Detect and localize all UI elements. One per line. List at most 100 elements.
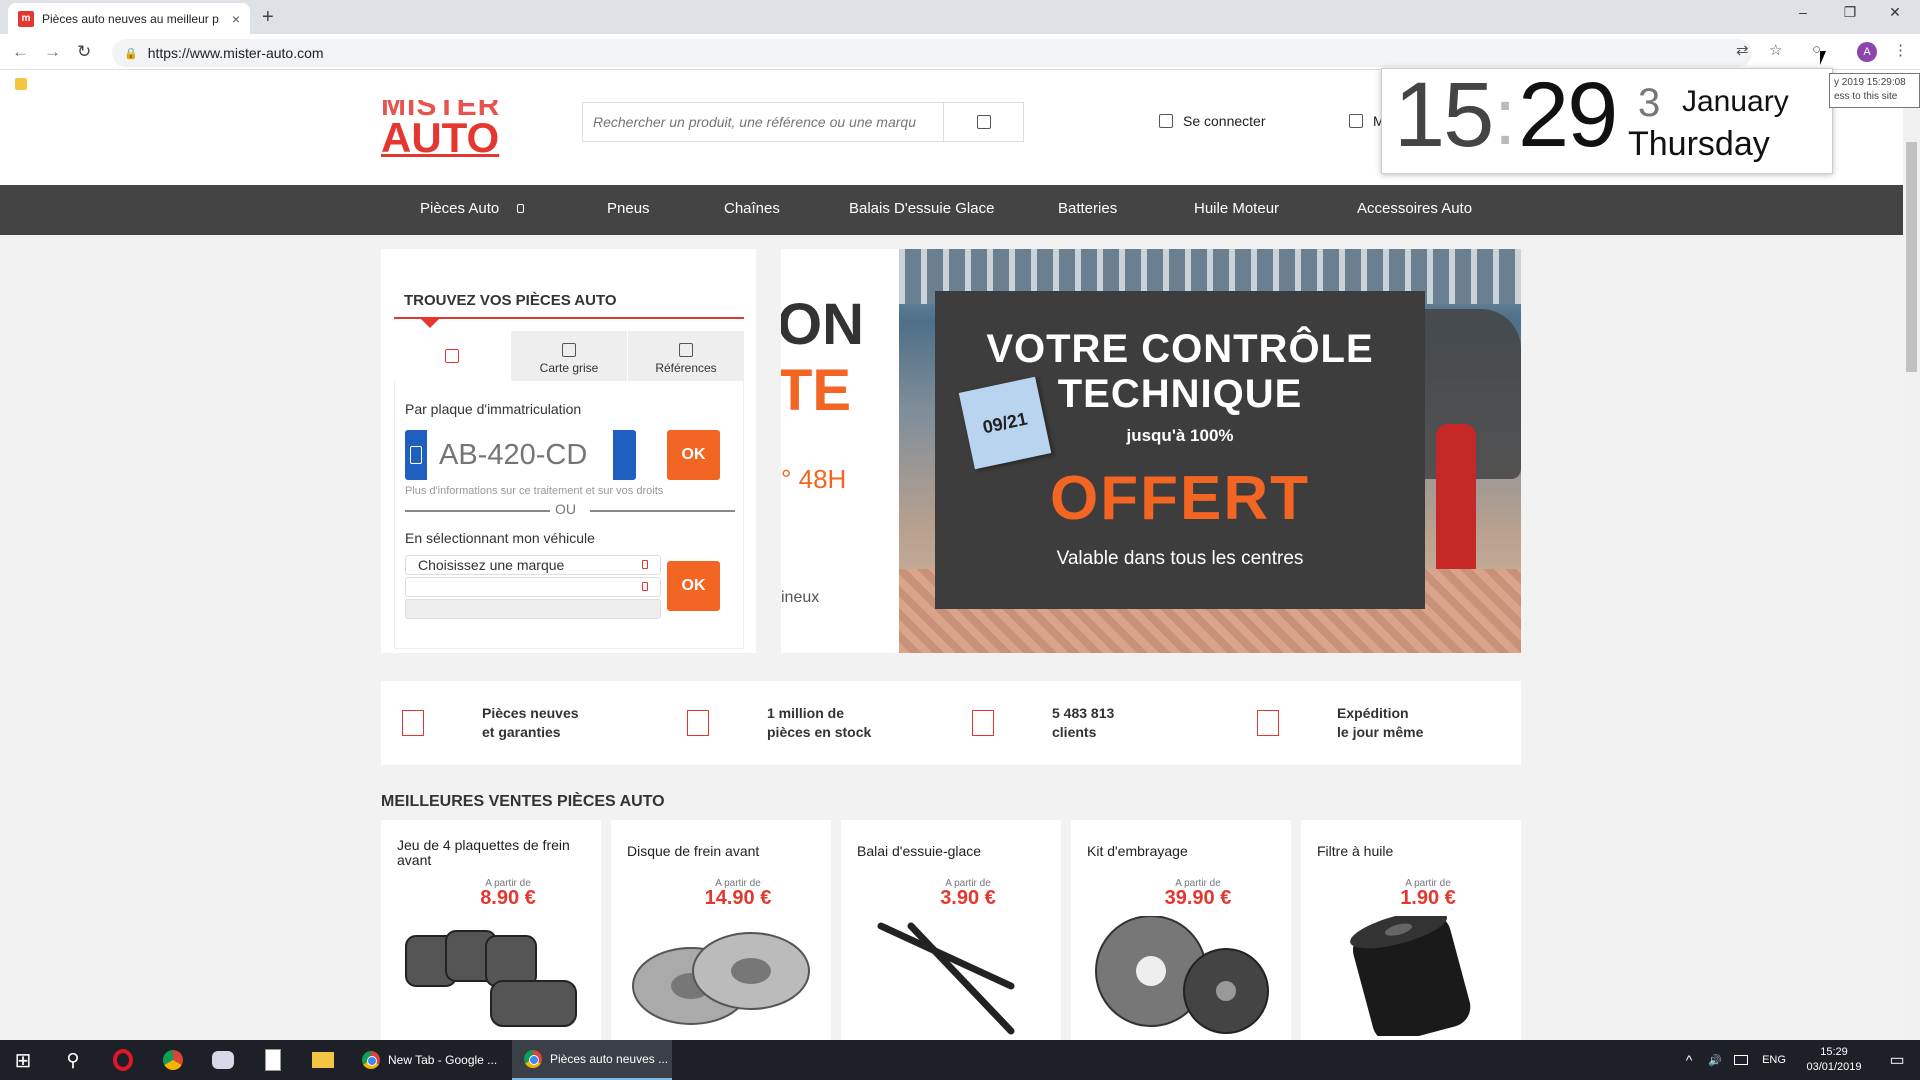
or-divider: OU — [405, 501, 735, 521]
forward-icon[interactable]: → — [44, 42, 61, 62]
tooltip-line-1: y 2019 15:29:08 — [1834, 77, 1906, 88]
banner-prev-text-1: ON — [781, 292, 864, 357]
product-price: 14.90 € — [704, 887, 772, 909]
address-bar: ← → ↻ 🔒 https://www.mister-auto.com — [0, 34, 1920, 70]
tab-carte-grise[interactable]: Carte grise — [510, 331, 627, 381]
product-card[interactable]: Kit d'embrayage A partir de 39.90 € — [1071, 820, 1291, 1040]
taskbar-clock[interactable]: 15:29 03/01/2019 — [1794, 1045, 1874, 1075]
menu-item-batteries[interactable]: Batteries — [1058, 200, 1117, 217]
extension-tooltip: y 2019 15:29:08 ess to this site — [1829, 73, 1920, 108]
restore-button[interactable]: ❐ — [1835, 4, 1865, 21]
promo-line-5: Valable dans tous les centres — [1056, 548, 1304, 569]
opera-icon[interactable] — [100, 1040, 146, 1080]
promo-banner[interactable]: ON TE ° 48H ineux VOTRE CONTRÔLE TECHNIQ… — [781, 249, 1521, 653]
inspection-sticker: 09/21 — [958, 376, 1052, 470]
search-taskbar-icon[interactable]: ⚲ — [50, 1040, 96, 1080]
or-label: OU — [555, 501, 576, 517]
tab-close-icon[interactable]: × — [232, 11, 240, 27]
scrollbar-thumb[interactable] — [1906, 142, 1917, 372]
cart-icon — [1349, 114, 1363, 128]
taskbar-app-label: New Tab - Google ... — [388, 1053, 498, 1067]
menu-icon[interactable]: ⋮ — [1893, 41, 1908, 59]
feature-line-1: Pièces neuves — [482, 705, 579, 721]
menu-item-pneus[interactable]: Pneus — [607, 200, 650, 217]
avatar[interactable]: A — [1857, 42, 1877, 62]
chevron-down-icon — [517, 204, 525, 213]
volume-icon[interactable]: 🔊 — [1702, 1054, 1728, 1067]
banner-prev-text-4: ineux — [781, 589, 820, 606]
features-strip: Pièces neuves et garanties 1 million de pi… — [381, 681, 1521, 765]
plate-ok-button[interactable]: OK — [667, 430, 720, 480]
file-explorer-icon[interactable] — [300, 1040, 346, 1080]
banner-prev-text-3: ° 48H — [781, 464, 847, 494]
minimize-button[interactable]: – — [1788, 4, 1818, 20]
star-icon[interactable]: ☆ — [1769, 41, 1782, 59]
taskbar-app-mister-auto[interactable]: Pièces auto neuves ... — [512, 1040, 672, 1080]
url-text: https://www.mister-auto.com — [147, 45, 324, 61]
taskbar-app-newtab[interactable]: New Tab - Google ... — [350, 1040, 510, 1080]
system-tray: ^ 🔊 ENG 15:29 03/01/2019 ▭ — [1676, 1040, 1920, 1080]
tab-references[interactable]: Références — [627, 331, 744, 381]
search-box — [582, 102, 1024, 142]
clock-separator: : — [1494, 72, 1517, 161]
product-card[interactable]: Filtre à huile A partir de 1.90 € — [1301, 820, 1521, 1040]
plate-icon — [445, 349, 459, 363]
url-field[interactable]: 🔒 https://www.mister-auto.com — [112, 39, 1752, 67]
menu-item-huile[interactable]: Huile Moteur — [1194, 200, 1279, 217]
product-price: 3.90 € — [940, 887, 996, 909]
product-card[interactable]: Jeu de 4 plaquettes de frein avant A par… — [381, 820, 601, 1040]
close-window-button[interactable]: ✕ — [1880, 4, 1910, 21]
menu-item-balais[interactable]: Balais D'essuie Glace — [849, 200, 994, 217]
site-logo[interactable]: MISTER AUTO — [381, 100, 500, 158]
network-icon[interactable] — [1728, 1055, 1754, 1065]
tab-title: Pièces auto neuves au meilleur p — [42, 11, 219, 26]
mouse-cursor-icon — [1820, 51, 1826, 65]
vehicle-ok-button[interactable]: OK — [667, 561, 720, 611]
reload-icon[interactable]: ↻ — [77, 42, 91, 62]
clock-day: 3 — [1638, 81, 1661, 125]
cart-link[interactable]: M — [1349, 113, 1385, 129]
favicon-icon: m — [18, 10, 34, 27]
finder-pointer — [421, 319, 439, 328]
paint-icon[interactable] — [200, 1040, 246, 1080]
plate-input[interactable] — [427, 430, 613, 480]
engine-select[interactable] — [405, 599, 661, 619]
search-button[interactable] — [943, 103, 1023, 141]
product-card[interactable]: Balai d'essuie-glace A partir de 3.90 € — [841, 820, 1061, 1040]
privacy-info-link[interactable]: Plus d'informations sur ce traitement et… — [405, 485, 663, 497]
menu-item-pieces-auto[interactable]: Pièces Auto — [420, 200, 525, 217]
product-card[interactable]: Disque de frein avant A partir de 14.90 … — [611, 820, 831, 1040]
product-name: Disque de frein avant — [627, 843, 760, 859]
login-link[interactable]: Se connecter — [1159, 113, 1266, 129]
feature-line-2: clients — [1052, 724, 1097, 740]
card-icon — [562, 343, 576, 357]
language-indicator[interactable]: ENG — [1754, 1054, 1794, 1066]
back-icon[interactable]: ← — [12, 42, 29, 62]
taskbar-time: 15:29 — [1820, 1046, 1848, 1058]
search-input[interactable] — [583, 103, 943, 141]
chrome-icon[interactable] — [150, 1040, 196, 1080]
start-button[interactable]: ⊞ — [0, 1040, 46, 1080]
brand-select[interactable]: Choisissez une marque — [405, 555, 661, 575]
browser-tab[interactable]: m Pièces auto neuves au meilleur p × — [8, 3, 250, 34]
bookmark-folder-icon[interactable] — [15, 78, 27, 90]
tab-plate[interactable] — [394, 331, 510, 381]
oil-filter-image — [1321, 916, 1501, 1036]
menu-item-chaines[interactable]: Chaînes — [724, 200, 780, 217]
feature-line-1: 1 million de — [767, 705, 845, 721]
feature-item: Pièces neuves et garanties — [402, 681, 579, 765]
finder-title: TROUVEZ VOS PIÈCES AUTO — [404, 292, 617, 309]
calculator-icon[interactable] — [250, 1040, 296, 1080]
model-select[interactable] — [405, 577, 661, 597]
translate-icon[interactable]: ⇄ — [1736, 41, 1749, 59]
clock-minutes: 29 — [1518, 64, 1618, 166]
lock-icon: 🔒 — [124, 47, 138, 60]
feature-line-2: le jour même — [1337, 724, 1424, 740]
clock-widget: 15 : 29 3 January Thursday — [1381, 64, 1833, 174]
page-scrollbar[interactable] — [1903, 100, 1920, 1040]
tray-expand-icon[interactable]: ^ — [1676, 1052, 1702, 1068]
notifications-icon[interactable]: ▭ — [1874, 1050, 1920, 1070]
new-tab-button[interactable]: + — [262, 6, 274, 29]
menu-item-accessoires[interactable]: Accessoires Auto — [1357, 200, 1472, 217]
plate-label: Par plaque d'immatriculation — [405, 401, 582, 417]
